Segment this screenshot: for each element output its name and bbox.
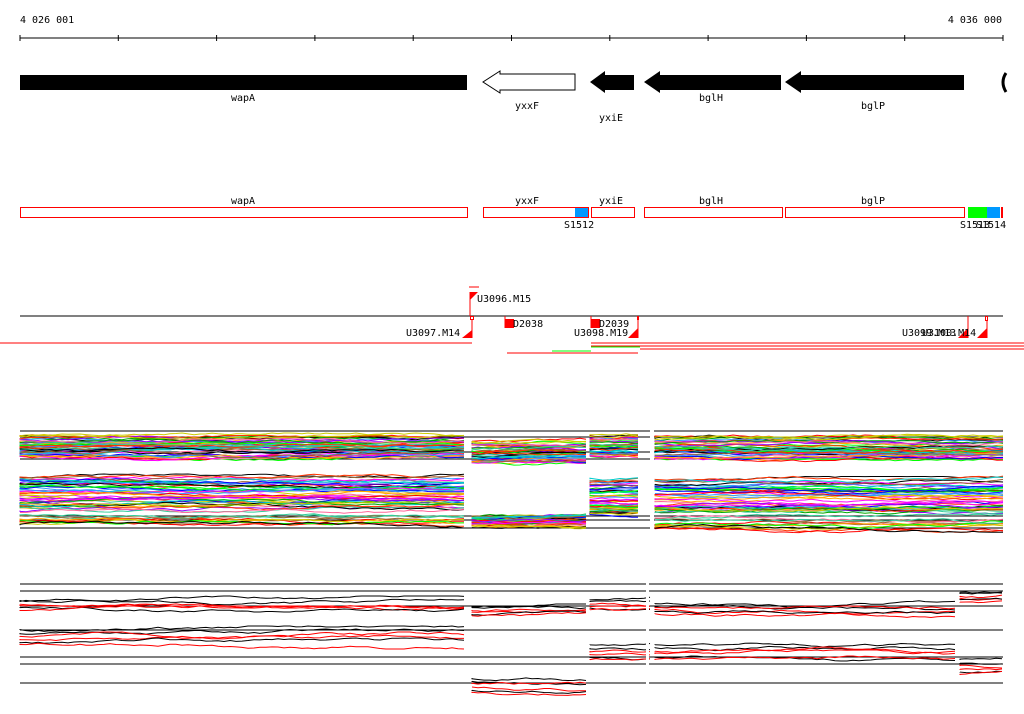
feature-label[interactable]: U3100.M14 <box>922 328 976 339</box>
genome-browser: 4 026 001 4 036 000 wapA yxxF yxiE bglH … <box>0 15 1024 696</box>
transcript-track: wapA yxxF yxiE bglH bglP S1512 S1513 S15… <box>20 196 1006 231</box>
transcript-bglH[interactable] <box>644 207 783 218</box>
summary-trace <box>19 642 1003 696</box>
summary-trace <box>19 625 1003 682</box>
gene-bglH[interactable] <box>644 71 781 93</box>
gene-wapA[interactable] <box>20 75 467 90</box>
transcript-yxiE[interactable] <box>591 207 635 218</box>
feature-label[interactable]: U3096.M15 <box>477 294 531 305</box>
feature-label[interactable]: D2038 <box>513 319 543 330</box>
gene-partial <box>1001 72 1008 93</box>
transcript-label: wapA <box>231 196 255 207</box>
transcript-label: bglH <box>699 196 723 207</box>
segment-S1514[interactable] <box>987 207 1000 218</box>
transcript-yxxF[interactable] <box>483 207 589 218</box>
gene-label: wapA <box>231 93 255 104</box>
feature-track: U3096.M15 U3097.M14 D2038 D2039 U3098.M1… <box>0 286 1024 354</box>
coordinate-ruler: 4 026 001 4 036 000 <box>19 15 1004 41</box>
transcript-label: yxxF <box>515 196 539 207</box>
gene-track: wapA yxxF yxiE bglH bglP <box>20 70 1008 124</box>
segment-label: S1514 <box>976 220 1006 231</box>
summary-expression-plot <box>19 580 1003 696</box>
transcript-wapA[interactable] <box>20 207 468 218</box>
transcript-bglP[interactable] <box>785 207 965 218</box>
gene-bglP[interactable] <box>785 71 964 93</box>
gene-yxxF[interactable] <box>482 70 576 94</box>
end-coordinate: 4 036 000 <box>948 15 1002 26</box>
start-coordinate: 4 026 001 <box>20 15 74 26</box>
feature-label[interactable]: U3098.M19 <box>574 328 628 339</box>
segment-S1513[interactable] <box>968 207 987 218</box>
segment-label: S1512 <box>564 220 594 231</box>
transcript-label: bglP <box>861 196 885 207</box>
gene-label: yxiE <box>599 113 623 124</box>
segment-S1512[interactable] <box>575 208 588 217</box>
gene-label: yxxF <box>515 101 539 112</box>
gene-label: bglP <box>861 101 885 112</box>
summary-trace <box>19 637 1003 694</box>
transcript-label: yxiE <box>599 196 623 207</box>
gene-yxiE[interactable] <box>590 71 634 93</box>
feature-label[interactable]: U3097.M14 <box>406 328 460 339</box>
tiling-array-plot <box>19 425 1004 535</box>
gene-label: bglH <box>699 93 723 104</box>
